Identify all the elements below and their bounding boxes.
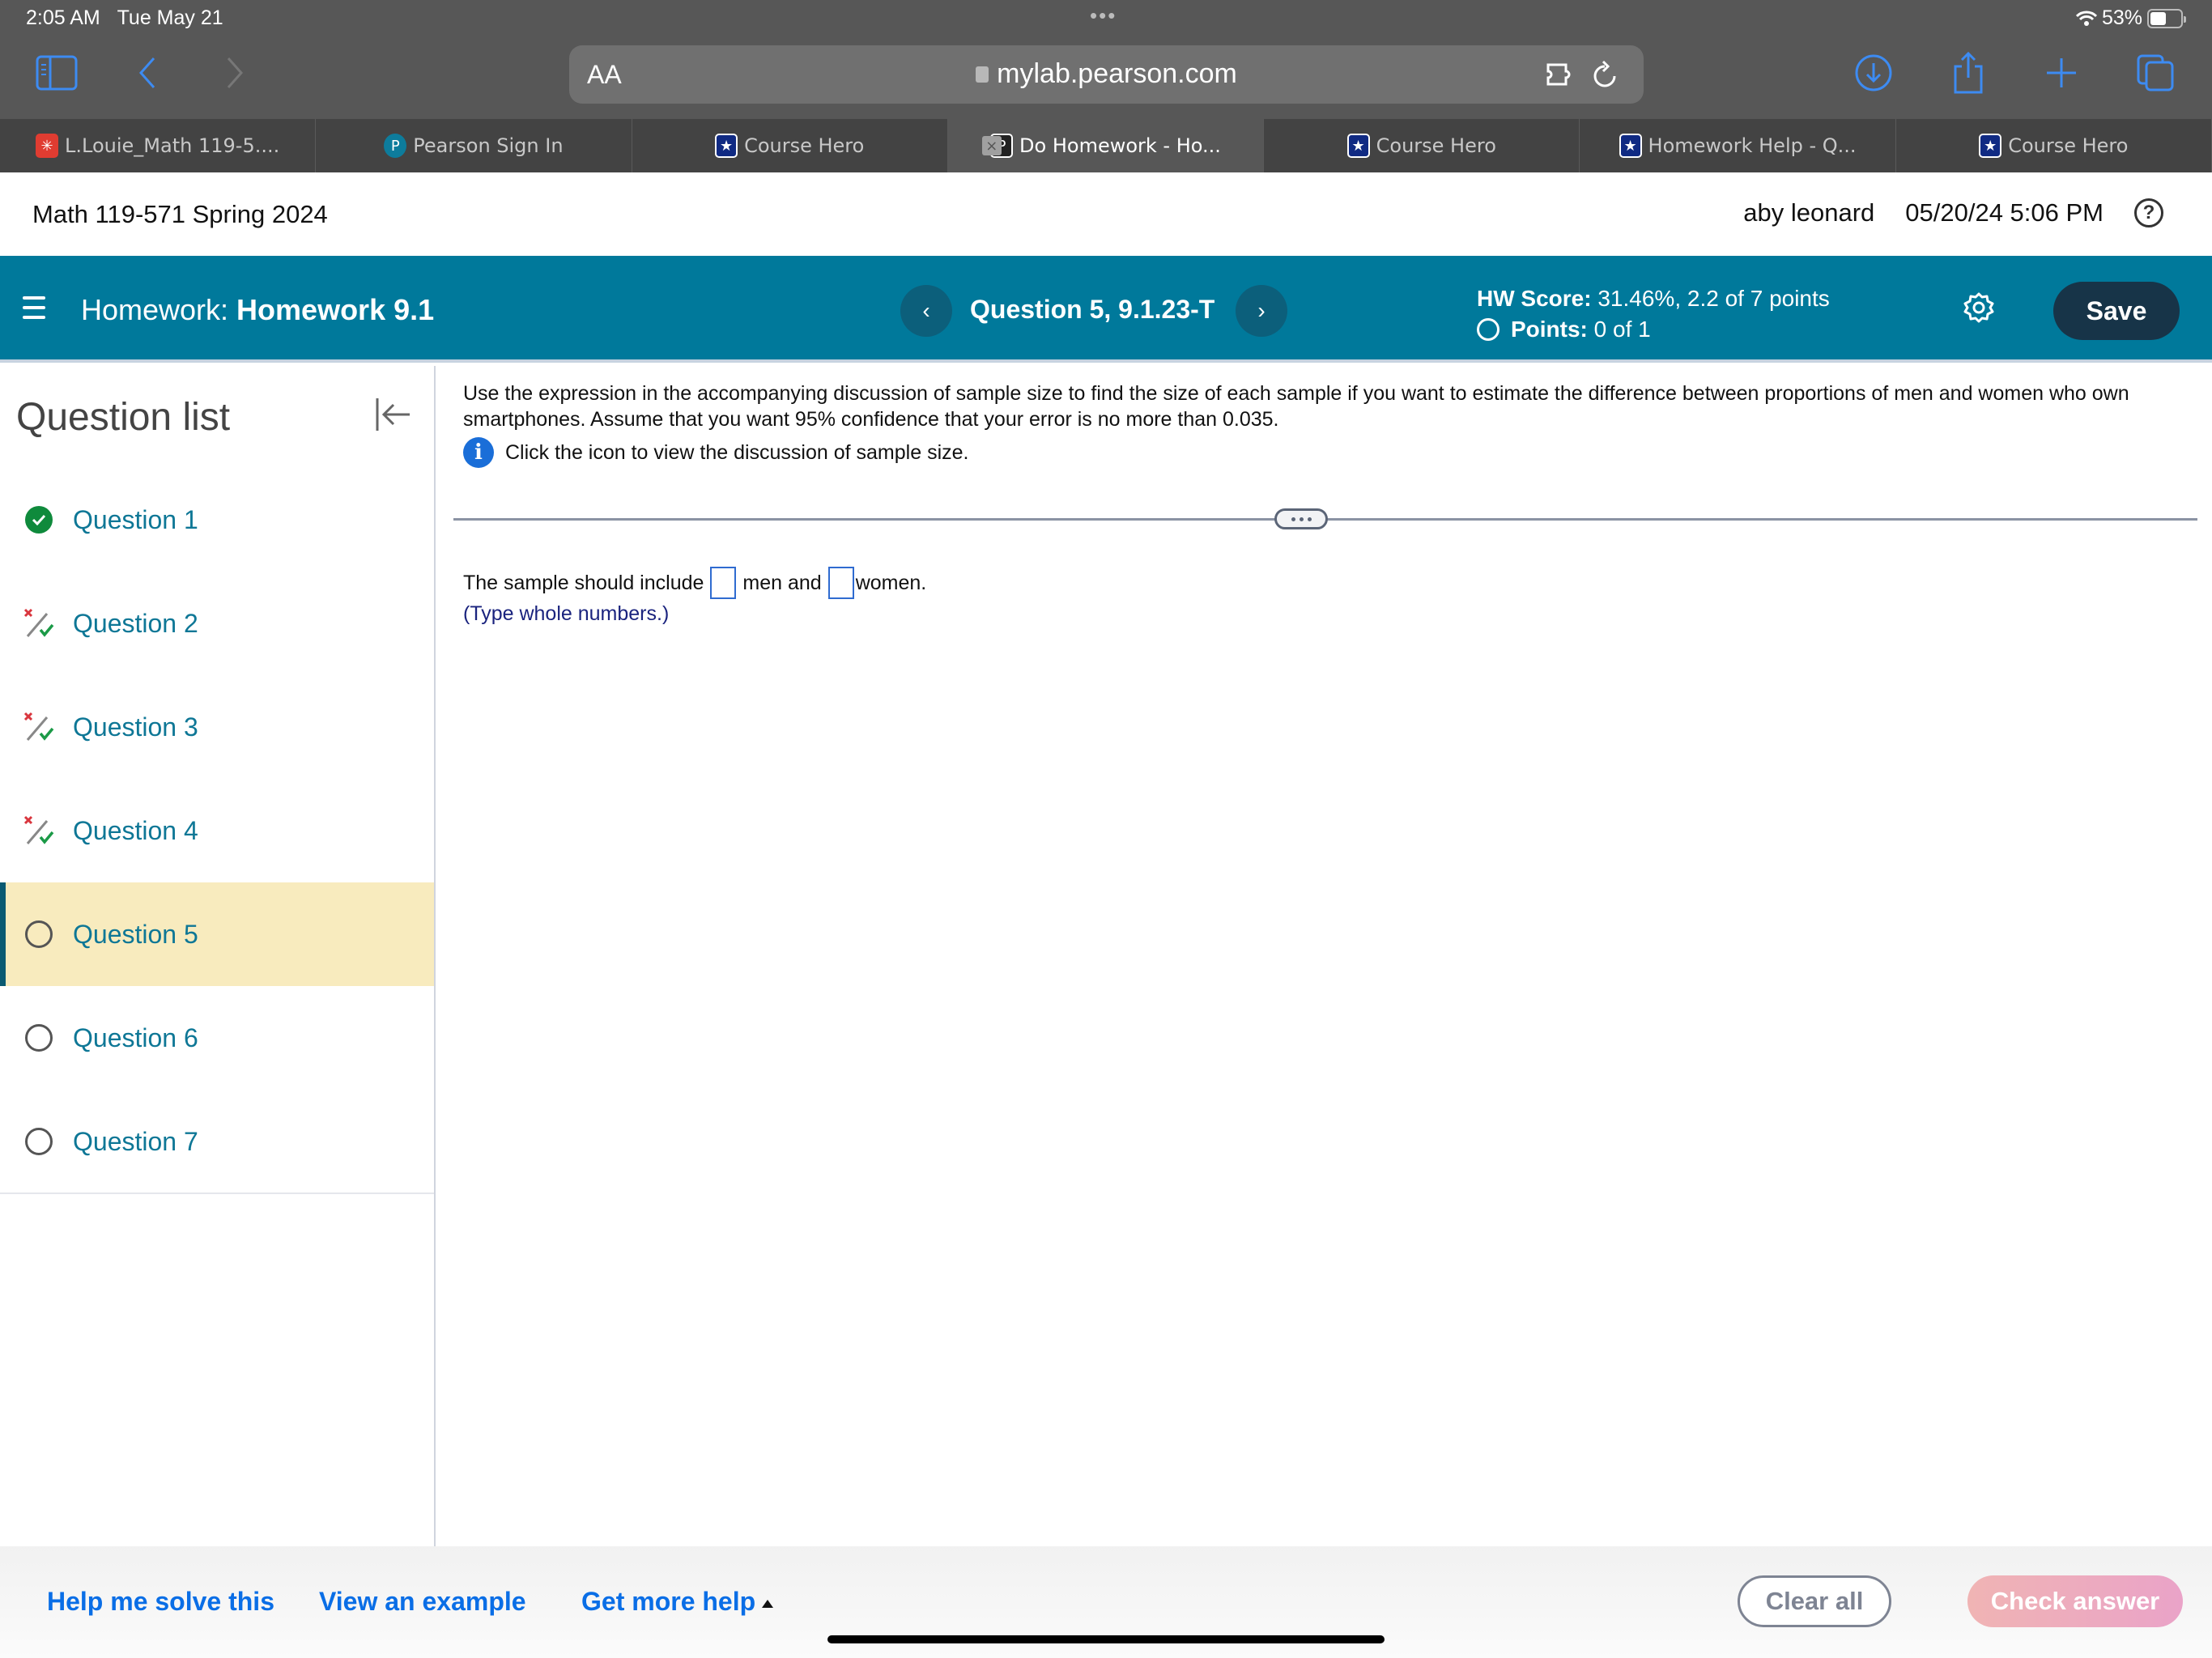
menu-icon[interactable] (23, 296, 45, 319)
browser-tab[interactable]: ★ Course Hero (632, 119, 948, 172)
date: Tue May 21 (117, 6, 223, 29)
question-title: Question 5, 9.1.23-T (970, 295, 1215, 324)
current-datetime: 05/20/24 5:06 PM (1905, 198, 2104, 227)
browser-tab[interactable]: ✳ L.Louie_Math 119-5.... (0, 119, 317, 172)
course-hero-icon: ★ (715, 134, 738, 158)
canvas-icon: ✳ (36, 134, 59, 158)
pearson-icon: P (384, 134, 407, 158)
collapse-sidebar-icon[interactable] (374, 397, 415, 432)
battery-percent: 53% (2101, 6, 2142, 29)
save-button[interactable]: Save (2053, 282, 2180, 340)
unanswered-circle-icon (25, 920, 53, 948)
new-tab-icon[interactable] (2039, 50, 2084, 96)
course-hero-icon: ★ (1619, 134, 1642, 158)
score-panel: HW Score: 31.46%, 2.2 of 7 points Points… (1477, 283, 1830, 345)
settings-gear-icon[interactable] (1963, 291, 1995, 324)
question-item-current[interactable]: Question 5 (0, 882, 434, 986)
partial-credit-icon (23, 711, 55, 743)
check-answer-button[interactable]: Check answer (1967, 1575, 2183, 1627)
question-content: Use the expression in the accompanying d… (436, 366, 2212, 1546)
homework-title: Homework: Homework 9.1 (81, 293, 435, 326)
chevron-right-icon: › (1257, 298, 1266, 323)
clear-all-button[interactable]: Clear all (1738, 1575, 1891, 1627)
caret-up-icon (762, 1599, 774, 1608)
browser-tab[interactable]: P Pearson Sign In (316, 119, 632, 172)
women-answer-input[interactable] (827, 567, 854, 599)
course-title: Math 119-571 Spring 2024 (32, 200, 328, 228)
reload-icon[interactable] (1590, 58, 1619, 91)
expand-more-button[interactable] (1274, 508, 1328, 529)
lock-icon (976, 66, 989, 83)
battery-icon (2147, 8, 2186, 28)
info-icon[interactable]: i (463, 437, 494, 468)
browser-tab[interactable]: ★ Course Hero (1264, 119, 1580, 172)
browser-chrome: 2:05 AM Tue May 21 ••• 53% AA mylab.pear… (0, 0, 2212, 119)
sidebar-toggle-icon[interactable] (34, 50, 79, 96)
home-indicator[interactable] (827, 1635, 1385, 1643)
course-hero-icon: ★ (1979, 134, 2002, 158)
back-icon[interactable] (125, 50, 170, 96)
question-item[interactable]: Question 4 (0, 779, 434, 882)
get-more-help-link[interactable]: Get more help (581, 1587, 774, 1617)
question-text: Use the expression in the accompanying d… (463, 382, 2129, 431)
hw-score: HW Score: 31.46%, 2.2 of 7 points (1477, 286, 1830, 311)
browser-tab[interactable]: ★ Homework Help - Q... (1580, 119, 1896, 172)
men-answer-input[interactable] (710, 567, 737, 599)
info-row: i Click the icon to view the discussion … (463, 437, 968, 468)
help-me-solve-link[interactable]: Help me solve this (47, 1587, 274, 1617)
points: Points: 0 of 1 (1477, 314, 1830, 345)
downloads-icon[interactable] (1851, 50, 1896, 96)
unanswered-circle-icon (25, 1128, 53, 1155)
course-hero-icon: ★ (1346, 134, 1370, 158)
forward-icon[interactable] (212, 50, 257, 96)
answer-hint: (Type whole numbers.) (463, 602, 670, 625)
unanswered-circle-icon (25, 1024, 53, 1052)
url-field[interactable]: mylab.pearson.com (569, 58, 1644, 90)
extension-icon[interactable] (1545, 58, 1577, 91)
question-list-sidebar: Question list Question 1 Question 2 Ques… (0, 366, 436, 1546)
address-bar[interactable]: AA mylab.pearson.com (569, 45, 1644, 104)
chevron-left-icon: ‹ (922, 298, 930, 323)
wifi-icon (2075, 11, 2097, 26)
close-tab-icon[interactable]: × (981, 136, 1002, 155)
status-time: 2:05 AM Tue May 21 (26, 6, 223, 30)
user-name: aby leonard (1743, 198, 1875, 227)
user-info: aby leonard 05/20/24 5:06 PM ? (1743, 198, 2163, 227)
browser-tab[interactable]: ★ Course Hero (1896, 119, 2212, 172)
tab-overview-icon[interactable] (2133, 50, 2178, 96)
divider (0, 1192, 434, 1194)
question-item[interactable]: Question 7 (0, 1090, 434, 1193)
question-item[interactable]: Question 1 (0, 468, 434, 572)
info-text: Click the icon to view the discussion of… (505, 440, 969, 464)
question-item[interactable]: Question 2 (0, 572, 434, 675)
multitasking-dots-icon[interactable]: ••• (1090, 3, 1117, 28)
course-header: Math 119-571 Spring 2024 aby leonard 05/… (0, 172, 2212, 256)
status-right: 53% (2075, 6, 2186, 30)
browser-tab-active[interactable]: × P Do Homework - Ho... (947, 119, 1265, 172)
view-example-link[interactable]: View an example (319, 1587, 526, 1617)
partial-credit-icon (23, 607, 55, 640)
help-icon[interactable]: ? (2134, 198, 2163, 227)
correct-check-icon (25, 506, 53, 534)
previous-question-button[interactable]: ‹ (900, 285, 952, 337)
homework-bar: Homework: Homework 9.1 ‹ Question 5, 9.1.… (0, 256, 2212, 363)
question-item[interactable]: Question 6 (0, 986, 434, 1090)
question-item[interactable]: Question 3 (0, 675, 434, 779)
partial-credit-icon (23, 814, 55, 847)
time: 2:05 AM (26, 6, 100, 29)
points-status-icon (1477, 318, 1499, 341)
tab-bar: ✳ L.Louie_Math 119-5.... P Pearson Sign … (0, 119, 2212, 172)
answer-row: The sample should include men and women. (463, 567, 926, 599)
next-question-button[interactable]: › (1236, 285, 1287, 337)
question-list-title: Question list (16, 396, 231, 439)
share-icon[interactable] (1946, 50, 1991, 96)
